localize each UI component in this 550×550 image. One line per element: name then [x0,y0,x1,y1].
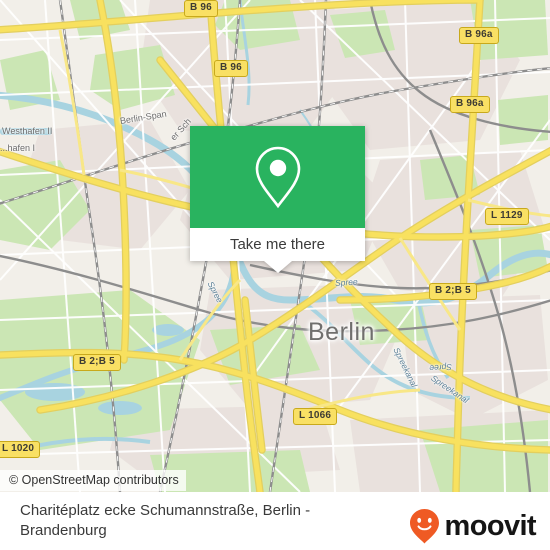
road-shield: B 96 [214,60,248,77]
map-text-label: ...hafen I [0,143,36,153]
road-shield: B 96a [450,96,490,113]
osm-attribution-text: © OpenStreetMap contributors [9,473,179,487]
road-shield: B 96 [184,0,218,17]
moovit-smiley-pin-icon [409,509,439,544]
road-shield: L 1129 [485,208,529,225]
osm-attribution[interactable]: © OpenStreetMap contributors [0,470,186,491]
map-text-label: Westhafen II [2,126,53,136]
map-canvas[interactable]: B 96 B 96 B 96a B 96a L 1129 B 2;B 5 B 2;B 5 L … [0,0,550,492]
moovit-wordmark: moovit [444,509,537,542]
waterway-label: Spree [429,362,453,374]
map-pin-icon [255,146,300,209]
callout-tail [263,261,292,273]
waterway-label: Spree [334,276,358,288]
take-me-there-button[interactable]: Take me there [190,228,365,261]
location-callout[interactable]: Take me there [190,126,365,273]
city-label: Berlin [308,318,375,346]
road-shield: B 96a [459,27,499,44]
road-shield: L 1020 [0,441,41,458]
map-screen: B 96 B 96 B 96a B 96a L 1129 B 2;B 5 B 2;B 5 L … [0,0,550,550]
road-shield: B 2;B 5 [73,354,121,371]
take-me-there-label: Take me there [229,236,326,253]
callout-header [190,126,365,228]
road-shield: L 1066 [293,408,338,425]
bottom-bar: Charitéplatz ecke Schumannstraße, Berlin… [0,492,550,550]
road-shield: B 2;B 5 [429,283,477,300]
place-name: Charitéplatz ecke Schumannstraße, Berlin… [20,502,311,539]
moovit-logo[interactable]: moovit [408,508,537,544]
